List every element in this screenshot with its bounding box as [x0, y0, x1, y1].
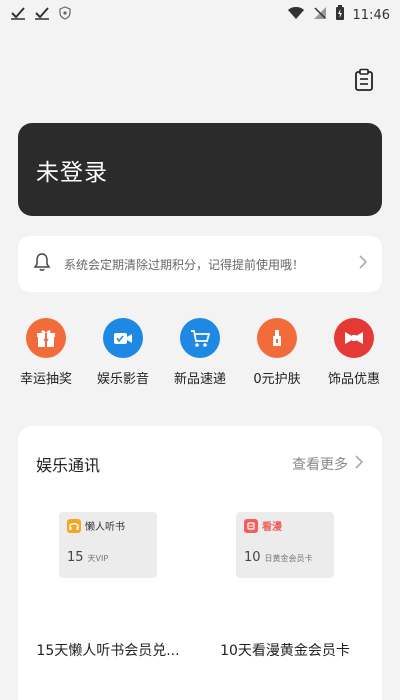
- product-card[interactable]: 懒人听书 15 天VIP 15天懒人听书会员兑...: [23, 512, 193, 660]
- category-label: 娱乐影音: [96, 372, 149, 387]
- brand-row: 看漫: [244, 518, 282, 533]
- chevron-right-icon: [358, 254, 368, 274]
- lipstick-icon: [257, 318, 297, 358]
- product-name: 15天懒人听书会员兑...: [36, 643, 180, 659]
- check-icon: [10, 6, 26, 24]
- entertainment-section: 娱乐通讯 查看更多 懒人听书 15 天VIP 15天懒人听书会员兑... 看漫 …: [18, 426, 382, 700]
- vip-days: 15: [67, 550, 84, 565]
- clipboard-icon: [354, 68, 374, 96]
- status-bar: 11:46: [0, 0, 400, 30]
- notice-text: 系统会定期清除过期积分，记得提前使用哦！: [64, 257, 305, 272]
- headphones-icon: [67, 518, 81, 533]
- video-icon: [103, 318, 143, 358]
- product-card[interactable]: 看漫 10 日黄金会员卡 10天看漫黄金会员卡: [200, 512, 370, 660]
- vip-info: 10 日黄金会员卡: [244, 550, 313, 565]
- category-label: 饰品优惠: [327, 372, 380, 387]
- bell-icon: [32, 252, 52, 276]
- comic-icon: [244, 518, 258, 533]
- check-icon: [34, 6, 50, 24]
- product-image: 懒人听书 15 天VIP: [59, 512, 157, 578]
- product-name: 10天看漫黄金会员卡: [220, 643, 350, 659]
- vip-unit: 日黄金会员卡: [264, 554, 313, 563]
- vip-unit: 天VIP: [87, 554, 109, 563]
- section-title: 娱乐通讯: [36, 456, 101, 475]
- wifi-icon: [287, 6, 305, 24]
- login-status-label: 未登录: [36, 159, 108, 186]
- cart-icon: [180, 318, 220, 358]
- category-label: 新品速递: [173, 372, 226, 387]
- bow-icon: [334, 318, 374, 358]
- category-row: 幸运抽奖 娱乐影音 新品速递 0元护肤 饰品优惠: [8, 318, 392, 398]
- category-label: 幸运抽奖: [19, 372, 72, 387]
- category-entertainment[interactable]: 娱乐影音: [85, 318, 161, 398]
- category-new-arrivals[interactable]: 新品速递: [162, 318, 238, 398]
- view-more-label: 查看更多: [292, 457, 348, 473]
- no-signal-icon: [313, 6, 327, 24]
- brand-name: 看漫: [262, 522, 282, 533]
- battery-icon: [335, 5, 345, 25]
- notice-bar[interactable]: 系统会定期清除过期积分，记得提前使用哦！: [18, 236, 382, 292]
- section-header: 娱乐通讯 查看更多: [36, 450, 364, 478]
- category-accessories[interactable]: 饰品优惠: [316, 318, 392, 398]
- brand-row: 懒人听书: [67, 518, 125, 533]
- category-label: 0元护肤: [253, 372, 301, 387]
- login-card[interactable]: 未登录: [18, 123, 382, 216]
- chevron-right-icon: [354, 454, 364, 474]
- gift-icon: [26, 318, 66, 358]
- category-free-skincare[interactable]: 0元护肤: [239, 318, 315, 398]
- vip-days: 10: [244, 550, 261, 565]
- category-lucky-draw[interactable]: 幸运抽奖: [8, 318, 84, 398]
- clipboard-button[interactable]: [352, 68, 376, 96]
- shield-icon: [58, 6, 72, 24]
- brand-name: 懒人听书: [85, 522, 125, 533]
- vip-info: 15 天VIP: [67, 550, 108, 565]
- product-image: 看漫 10 日黄金会员卡: [236, 512, 334, 578]
- clock-time: 11:46: [352, 7, 390, 23]
- view-more-link[interactable]: 查看更多: [292, 454, 364, 474]
